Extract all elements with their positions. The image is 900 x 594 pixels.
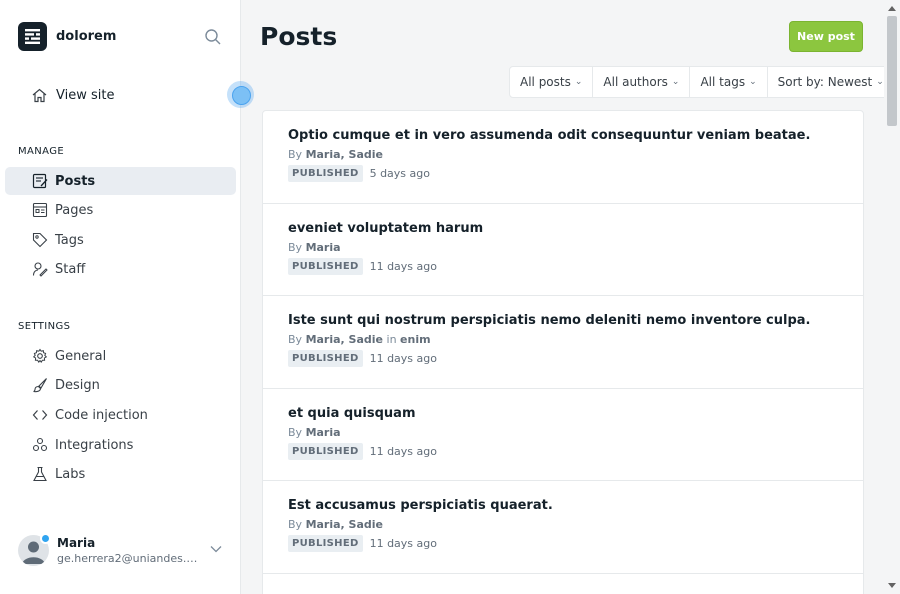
- sidebar-item-label: Pages: [55, 202, 94, 218]
- sort-dropdown[interactable]: Sort by: Newest ⌄: [768, 67, 894, 97]
- post-row[interactable]: Est accusamus perspiciatis quaerat. By M…: [263, 481, 863, 574]
- status-badge: PUBLISHED: [288, 350, 363, 367]
- cursor-indicator: [227, 81, 254, 108]
- tag-icon: [32, 232, 48, 248]
- filter-author-label: All authors: [603, 75, 668, 89]
- post-primary-tag: enim: [400, 333, 431, 346]
- sidebar-item-tags[interactable]: Tags: [5, 226, 236, 254]
- sidebar: dolorem View site MANAGE Posts Pages Tag…: [0, 0, 241, 594]
- post-by: By: [288, 333, 303, 346]
- scroll-up-arrow-icon[interactable]: [888, 6, 896, 11]
- status-badge: PUBLISHED: [288, 442, 363, 460]
- post-time: 5 days ago: [369, 167, 430, 180]
- staff-icon: [32, 262, 48, 277]
- manage-section-title: MANAGE: [18, 146, 65, 157]
- view-site-label: View site: [56, 87, 115, 103]
- posts-list: Optio cumque et in vero assumenda odit c…: [262, 110, 864, 594]
- post-time: 11 days ago: [369, 352, 437, 365]
- ghost-logo-icon: [18, 22, 47, 51]
- filter-tag-label: All tags: [700, 75, 746, 89]
- settings-section-title: SETTINGS: [18, 321, 71, 332]
- sidebar-item-label: Tags: [55, 232, 84, 248]
- filter-author-dropdown[interactable]: All authors ⌄: [593, 67, 691, 97]
- scrollbar-thumb[interactable]: [887, 16, 897, 126]
- new-post-button[interactable]: New post: [789, 21, 863, 52]
- home-icon: [32, 88, 47, 102]
- sidebar-item-general[interactable]: General: [5, 342, 236, 370]
- code-icon: [32, 410, 48, 420]
- search-icon[interactable]: [204, 28, 222, 46]
- status-badge: PUBLISHED: [288, 165, 363, 182]
- post-by: By: [288, 240, 303, 254]
- post-row[interactable]: eveniet voluptatem harum By Maria PUBLIS…: [263, 204, 863, 296]
- brush-icon: [33, 378, 47, 393]
- chevron-down-icon: ⌄: [876, 77, 884, 87]
- sidebar-item-label: Posts: [55, 173, 96, 189]
- pages-icon: [32, 202, 48, 218]
- chevron-down-icon[interactable]: [210, 545, 222, 553]
- site-name: dolorem: [56, 29, 117, 44]
- sidebar-item-label: Staff: [55, 261, 86, 277]
- page-title: Posts: [260, 22, 338, 51]
- status-badge: PUBLISHED: [288, 257, 363, 275]
- filter-tag-dropdown[interactable]: All tags ⌄: [690, 67, 768, 97]
- post-in: in: [386, 333, 397, 346]
- post-time: 11 days ago: [369, 537, 437, 550]
- brand[interactable]: dolorem: [18, 22, 116, 51]
- post-row[interactable]: et quia quisquam By Maria PUBLISHED 11 da…: [263, 389, 863, 481]
- chevron-down-icon: ⌄: [749, 77, 757, 87]
- post-authors: Maria: [305, 240, 341, 254]
- post-authors: Maria: [305, 425, 341, 439]
- post-time: 11 days ago: [369, 444, 437, 458]
- posts-icon: [32, 173, 48, 189]
- scrollbar[interactable]: [884, 0, 900, 594]
- post-authors: Maria, Sadie: [305, 518, 384, 531]
- post-by: By: [288, 148, 303, 161]
- view-site-link[interactable]: View site: [31, 85, 114, 105]
- post-by: By: [288, 518, 303, 531]
- post-authors: Maria, Sadie: [305, 333, 384, 346]
- status-badge: PUBLISHED: [288, 535, 363, 552]
- sort-label: Sort by: Newest: [777, 75, 873, 89]
- sidebar-item-label: Design: [55, 377, 100, 393]
- user-name: Maria: [57, 535, 96, 550]
- gear-icon: [32, 348, 48, 363]
- sidebar-item-design[interactable]: Design: [5, 371, 236, 399]
- sidebar-item-posts[interactable]: Posts: [5, 167, 236, 195]
- post-authors: Maria, Sadie: [305, 148, 384, 161]
- post-time: 11 days ago: [369, 259, 437, 273]
- sidebar-item-label: Integrations: [55, 437, 134, 453]
- filter-type-dropdown[interactable]: All posts ⌄: [510, 67, 594, 97]
- sidebar-item-staff[interactable]: Staff: [5, 255, 236, 283]
- filter-type-label: All posts: [520, 75, 571, 89]
- sidebar-item-labs[interactable]: Labs: [5, 460, 236, 488]
- sidebar-item-label: Labs: [55, 466, 86, 482]
- sidebar-item-label: Code injection: [55, 407, 148, 423]
- post-row[interactable]: Iste sunt qui nostrum perspiciatis nemo …: [263, 296, 863, 389]
- chevron-down-icon: ⌄: [574, 77, 583, 87]
- notification-badge: [40, 533, 51, 544]
- sidebar-item-code-injection[interactable]: Code injection: [5, 401, 236, 429]
- flask-icon: [33, 466, 47, 482]
- post-title: Optio cumque et in vero assumenda odit c…: [288, 128, 811, 143]
- post-title: eveniet voluptatem harum: [288, 220, 484, 236]
- chevron-down-icon: ⌄: [671, 77, 680, 87]
- post-row[interactable]: Optio cumque et in vero assumenda odit c…: [263, 111, 863, 204]
- post-title: Iste sunt qui nostrum perspiciatis nemo …: [288, 313, 811, 328]
- sidebar-item-integrations[interactable]: Integrations: [5, 431, 236, 459]
- user-email: ge.herrera2@uniandes.edu.co: [57, 551, 199, 565]
- post-title: Est accusamus perspiciatis quaerat.: [288, 498, 553, 513]
- sidebar-item-label: General: [55, 348, 107, 364]
- scroll-down-arrow-icon[interactable]: [888, 583, 896, 588]
- post-by: By: [288, 425, 303, 439]
- integrations-icon: [32, 437, 48, 452]
- post-title: et quia quisquam: [288, 405, 416, 421]
- sidebar-item-pages[interactable]: Pages: [5, 196, 236, 224]
- post-filters: All posts ⌄ All authors ⌄ All tags ⌄ Sort b…: [509, 66, 895, 98]
